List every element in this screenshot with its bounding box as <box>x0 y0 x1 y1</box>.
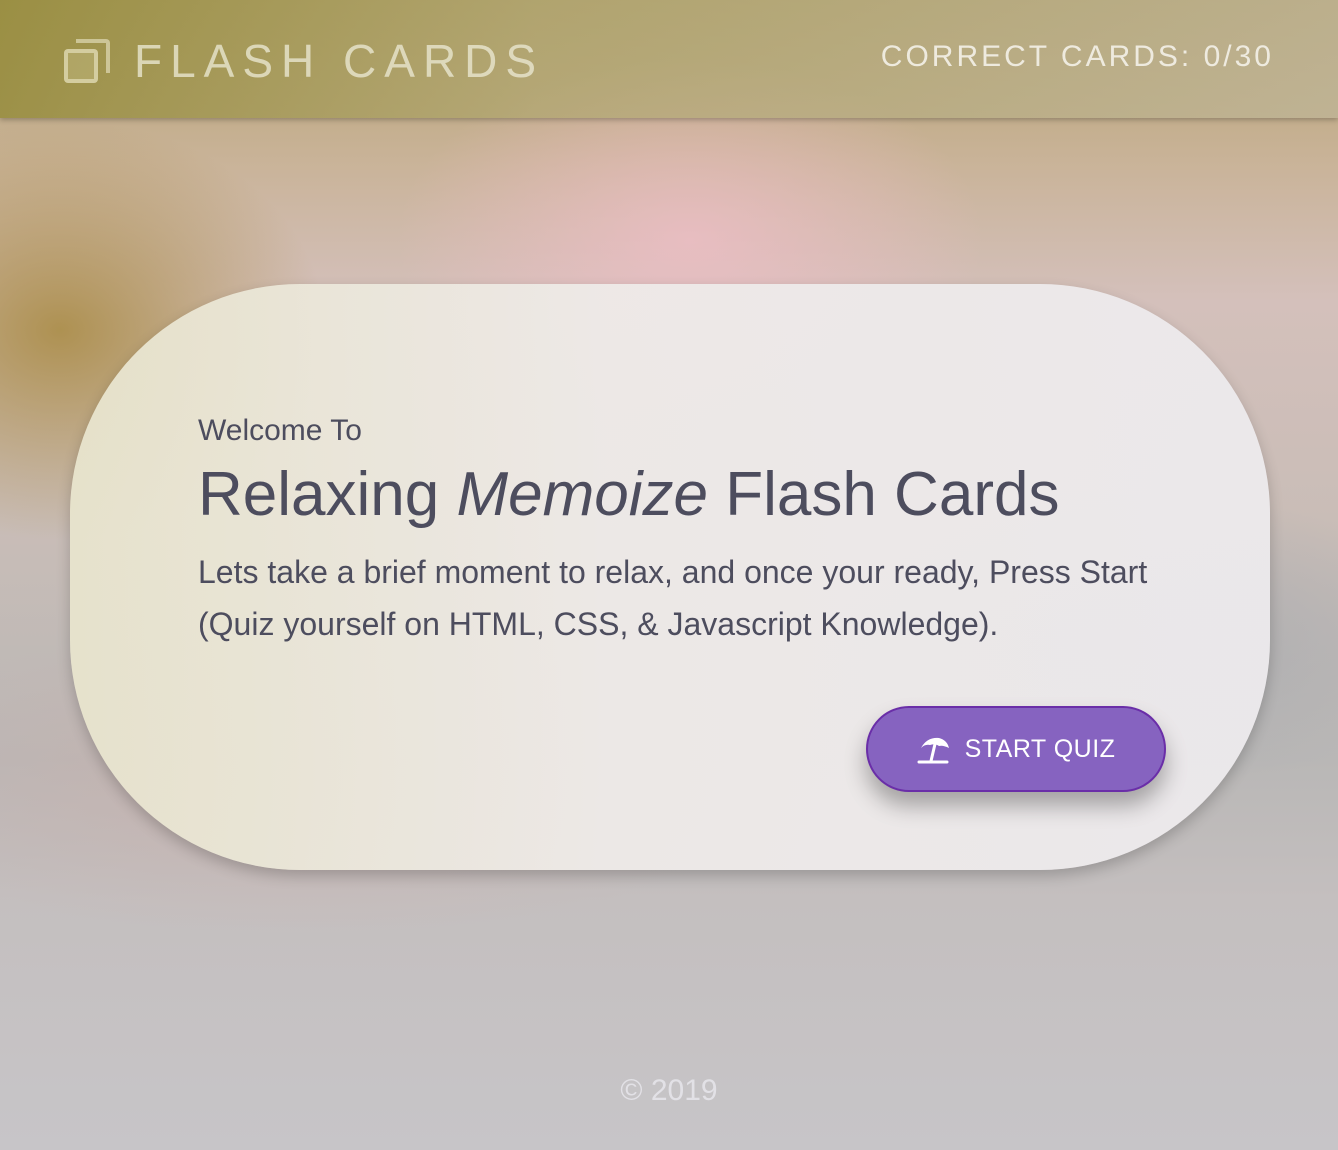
top-bar: FLASH CARDS CORRECT CARDS: 0/30 <box>0 0 1338 118</box>
page-title: Relaxing Memoize Flash Cards <box>198 459 1059 530</box>
title-part-1: Relaxing <box>198 460 457 529</box>
logo[interactable]: FLASH CARDS <box>64 34 544 88</box>
welcome-label: Welcome To <box>198 414 362 447</box>
title-emphasis: Memoize <box>456 460 708 529</box>
cards-stack-icon <box>64 37 112 85</box>
intro-description: Lets take a brief moment to relax, and o… <box>198 554 1148 642</box>
start-quiz-label: START QUIZ <box>964 734 1116 763</box>
welcome-card: Welcome To Relaxing Memoize Flash Cards … <box>70 284 1270 870</box>
start-quiz-button[interactable]: START QUIZ <box>866 706 1166 792</box>
app-title: FLASH CARDS <box>134 35 545 87</box>
title-part-2: Flash Cards <box>708 460 1060 529</box>
score-counter: CORRECT CARDS: 0/30 <box>880 40 1274 73</box>
copyright-footer: © 2019 <box>620 1074 718 1107</box>
beach-umbrella-icon <box>917 734 951 764</box>
